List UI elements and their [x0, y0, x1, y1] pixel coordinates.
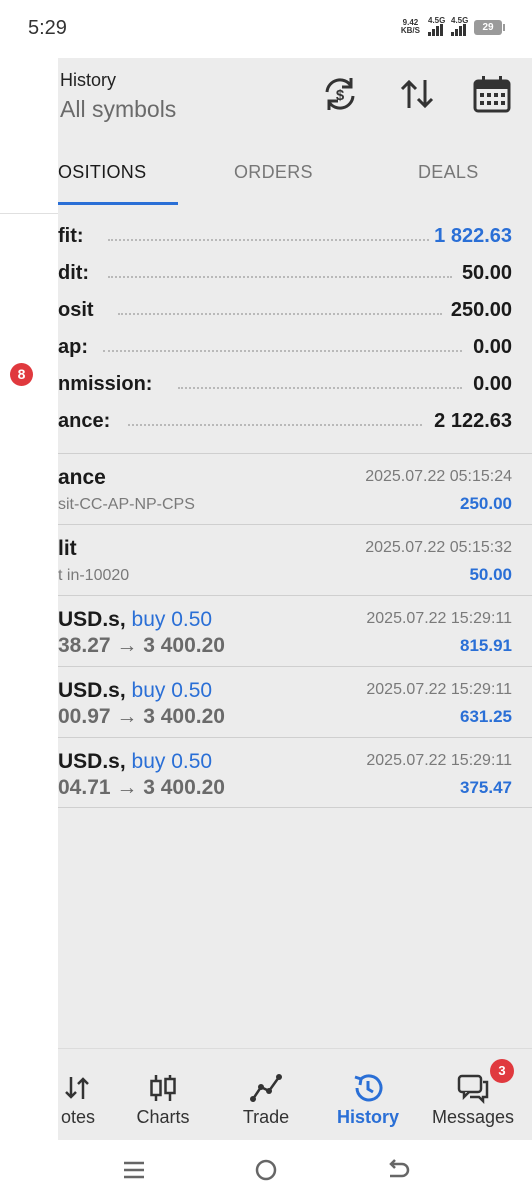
- deal-prices: 04.71 → 3 400.20: [58, 776, 225, 799]
- bottom-navigation: otes Charts Trade History 3 Messages: [58, 1048, 532, 1140]
- deal-title: USD.s, buy 0.50: [58, 750, 213, 773]
- page-title: History: [60, 70, 117, 90]
- summary-value: 50.00: [457, 262, 512, 285]
- dot-leader: [103, 350, 462, 352]
- summary-label: ap:: [58, 336, 92, 359]
- status-bar: 5:29 9.42 KB/S 4.5G 4.5G 29: [0, 0, 532, 58]
- summary-row-commission: nmission: 0.00: [58, 371, 532, 401]
- svg-text:$: $: [336, 87, 345, 104]
- nav-label: Trade: [242, 1107, 290, 1127]
- deal-amount: 631.25: [460, 707, 512, 726]
- drawer-divider: [0, 213, 58, 214]
- nav-label: Charts: [136, 1107, 190, 1127]
- back-button[interactable]: [384, 1156, 412, 1184]
- messages-icon: [456, 1071, 490, 1105]
- active-tab-indicator: [58, 202, 178, 205]
- deal-time: 2025.07.22 05:15:24: [365, 468, 512, 485]
- drawer-notification-badge: 8: [10, 363, 33, 386]
- deal-title: USD.s, buy 0.50: [58, 608, 213, 631]
- calendar-icon: [473, 76, 511, 113]
- list-item[interactable]: lit t in-10020 2025.07.22 05:15:32 50.00: [58, 524, 532, 595]
- candlestick-icon: [146, 1071, 180, 1105]
- nav-messages[interactable]: 3 Messages: [418, 1049, 528, 1140]
- quotes-arrows-icon: [61, 1071, 95, 1105]
- summary-row-swap: ap: 0.00: [58, 334, 532, 364]
- summary-value: 1 822.63: [430, 225, 512, 248]
- deal-time: 2025.07.22 15:29:11: [366, 752, 512, 769]
- status-icons: 9.42 KB/S 4.5G 4.5G 29: [400, 16, 505, 36]
- deal-time: 2025.07.22 15:29:11: [366, 610, 512, 627]
- system-navigation-bar: [0, 1140, 532, 1200]
- deal-time: 2025.07.22 05:15:32: [365, 539, 512, 556]
- menu-lines-icon: [124, 1161, 144, 1179]
- home-circle-icon: [255, 1159, 277, 1181]
- nav-label: History: [336, 1107, 399, 1127]
- tab-positions[interactable]: OSITIONS: [58, 162, 146, 183]
- signal-icon: 4.5G: [428, 16, 445, 36]
- summary-row-deposit: osit 250.00: [58, 297, 532, 327]
- nav-trade[interactable]: Trade: [216, 1049, 316, 1140]
- back-arrow-icon: [389, 1159, 410, 1178]
- summary-label: ance:: [58, 410, 115, 433]
- list-item[interactable]: USD.s, buy 0.50 04.71 → 3 400.20 2025.07…: [58, 737, 532, 808]
- messages-badge: 3: [490, 1059, 514, 1083]
- summary-label: fit:: [58, 225, 88, 248]
- summary-label: nmission:: [58, 373, 157, 396]
- recent-apps-button[interactable]: [120, 1156, 148, 1184]
- summary-value: 0.00: [469, 336, 512, 359]
- deal-prices: 38.27 → 3 400.20: [58, 634, 225, 657]
- history-clock-icon: [351, 1071, 385, 1105]
- nav-charts[interactable]: Charts: [113, 1049, 213, 1140]
- deal-comment: sit-CC-AP-NP-CPS: [58, 496, 195, 513]
- sort-arrows-icon: [400, 79, 434, 109]
- dot-leader: [108, 276, 452, 278]
- deal-comment: t in-10020: [58, 567, 130, 584]
- network-speed: 9.42 KB/S: [400, 18, 420, 35]
- side-drawer[interactable]: [0, 58, 58, 1140]
- tab-orders[interactable]: ORDERS: [234, 162, 313, 183]
- nav-label: Messages: [431, 1107, 515, 1127]
- home-button[interactable]: [252, 1156, 280, 1184]
- deal-title: lit: [58, 537, 77, 560]
- calendar-button[interactable]: [470, 72, 514, 116]
- summary-row-credit: dit: 50.00: [58, 260, 532, 290]
- currency-switch-button[interactable]: $: [318, 72, 362, 116]
- dot-leader: [118, 313, 442, 315]
- deal-amount: 815.91: [460, 636, 512, 655]
- status-time: 5:29: [28, 17, 67, 39]
- summary-row-balance: ance: 2 122.63: [58, 408, 532, 438]
- deal-prices: 00.97 → 3 400.20: [58, 705, 225, 728]
- nav-history[interactable]: History: [318, 1049, 418, 1140]
- dot-leader: [108, 239, 432, 241]
- summary-label: dit:: [58, 262, 94, 285]
- trade-line-icon: [249, 1071, 283, 1105]
- signal-icon-2: 4.5G: [451, 16, 468, 36]
- battery-icon: 29: [474, 19, 505, 35]
- history-tabs: OSITIONS ORDERS DEALS: [58, 148, 532, 206]
- currency-sync-icon: $: [325, 78, 355, 110]
- summary-value: 250.00: [446, 299, 512, 322]
- tab-deals[interactable]: DEALS: [418, 162, 479, 183]
- deal-title: USD.s, buy 0.50: [58, 679, 213, 702]
- deal-time: 2025.07.22 15:29:11: [366, 681, 512, 698]
- list-item[interactable]: USD.s, buy 0.50 38.27 → 3 400.20 2025.07…: [58, 595, 532, 666]
- list-item[interactable]: USD.s, buy 0.50 00.97 → 3 400.20 2025.07…: [58, 666, 532, 737]
- summary-value: 0.00: [469, 373, 512, 396]
- summary-row-profit: fit: 1 822.63: [58, 223, 532, 253]
- deal-amount: 250.00: [460, 494, 512, 513]
- history-panel: History All symbols $ OSITIONS ORDERS DE…: [58, 58, 532, 1140]
- deal-amount: 375.47: [460, 778, 512, 797]
- dot-leader: [128, 424, 422, 426]
- summary-value: 2 122.63: [430, 410, 512, 433]
- dot-leader: [178, 387, 462, 389]
- deal-amount: 50.00: [469, 565, 512, 584]
- sort-button[interactable]: [395, 72, 439, 116]
- deal-title: ance: [58, 466, 106, 489]
- list-item[interactable]: ance sit-CC-AP-NP-CPS 2025.07.22 05:15:2…: [58, 453, 532, 524]
- summary-label: osit: [58, 299, 98, 322]
- symbol-filter[interactable]: All symbols: [60, 96, 176, 123]
